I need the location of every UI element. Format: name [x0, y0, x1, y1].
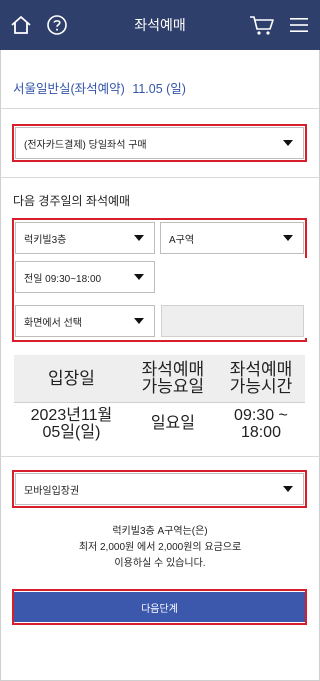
cart-icon[interactable]: [248, 0, 276, 50]
schedule-table: 입장일 좌석예매 가능요일 좌석예매 가능시간 2023년11월 05일(일) …: [14, 355, 305, 445]
divider: [0, 108, 320, 109]
zone-select[interactable]: A구역: [160, 222, 304, 254]
zone-value: A구역: [169, 234, 195, 246]
chevron-down-icon: [283, 235, 293, 241]
ticket-type-select[interactable]: 모바일입장권: [15, 473, 304, 505]
floor-select[interactable]: 럭키빌3층: [15, 222, 155, 254]
chevron-down-icon: [134, 318, 144, 324]
header-available-time: 좌석예매 가능시간: [216, 355, 305, 403]
purchase-type-select[interactable]: (전자카드결제) 당일좌석 구매: [15, 127, 304, 159]
cell-available-time: 09:30 ~ 18:00: [234, 406, 288, 441]
seat-value: 화면에서 선택: [24, 317, 82, 329]
home-icon[interactable]: [8, 0, 34, 50]
time-select[interactable]: 전일 09:30~18:00: [15, 261, 155, 293]
help-icon[interactable]: [44, 0, 70, 50]
cell-entry-date: 2023년11월 05일(일): [30, 406, 113, 441]
ticket-type-value: 모바일입장권: [24, 485, 80, 497]
cell-available-day: 일요일: [150, 415, 195, 433]
chevron-down-icon: [134, 274, 144, 280]
chevron-down-icon: [134, 235, 144, 241]
divider: [0, 456, 320, 457]
time-value: 전일 09:30~18:00: [24, 273, 102, 285]
floor-value: 럭키빌3층: [24, 234, 67, 246]
seat-select[interactable]: 화면에서 선택: [15, 305, 155, 337]
menu-icon[interactable]: [288, 0, 310, 50]
notice-line: 이용하실 수 있습니다.: [114, 558, 206, 569]
purchase-type-value: (전자카드결제) 당일좌석 구매: [24, 139, 147, 151]
section-title: 다음 경주일의 좌석예매: [13, 194, 131, 208]
table-header-row: 입장일 좌석예매 가능요일 좌석예매 가능시간: [14, 355, 305, 403]
venue-info: 서울일반실(좌석예약) 11.05 (일): [13, 78, 190, 97]
header-available-day: 좌석예매 가능요일: [128, 355, 217, 403]
header-bar: 좌석예매: [0, 0, 320, 50]
header-entry-date: 입장일: [14, 355, 129, 403]
disabled-field: [161, 305, 304, 337]
chevron-down-icon: [283, 486, 293, 492]
divider: [0, 177, 320, 178]
venue-name: 서울일반실(좌석예약): [13, 82, 125, 96]
price-notice: 럭키빌3층 A구역는(은) 최저 2,000원 에서 2,000원의 요금으로 …: [0, 524, 320, 572]
notice-line: 최저 2,000원 에서 2,000원의 요금으로: [78, 542, 242, 553]
table-row: 2023년11월 05일(일) 일요일 09:30 ~ 18:00: [14, 402, 305, 445]
notice-line: 럭키빌3층 A구역는(은): [112, 526, 208, 537]
chevron-down-icon: [283, 140, 293, 146]
next-step-button[interactable]: 다음단계: [14, 592, 305, 622]
venue-date: 11.05 (일): [132, 82, 186, 96]
